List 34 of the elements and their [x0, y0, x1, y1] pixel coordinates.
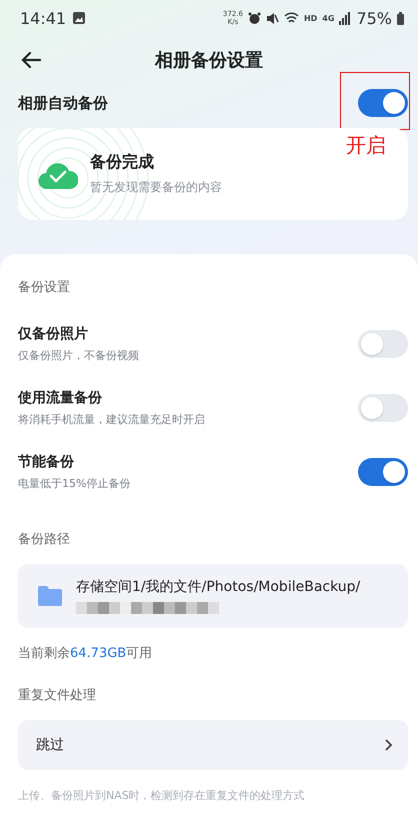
wifi-icon: [284, 12, 299, 24]
free-space-text: 当前剩余64.73GB可用: [18, 645, 154, 662]
image-icon: [72, 11, 86, 25]
folder-icon: [38, 586, 62, 606]
status-title: 备份完成: [90, 152, 155, 173]
hd-label: HD: [304, 14, 318, 22]
setting-description: 仅备份照片，不备份视频: [18, 348, 139, 363]
mute-icon: [266, 12, 279, 24]
toggle-switch[interactable]: [358, 330, 408, 358]
chevron-right-icon: [384, 738, 394, 752]
annotation-label: 开启: [346, 132, 386, 159]
setting-title: 使用流量备份: [18, 389, 103, 407]
toggle-switch[interactable]: [358, 458, 408, 486]
path-selector[interactable]: 存储空间1/我的文件/Photos/MobileBackup/: [18, 564, 408, 628]
setting-title: 仅备份照片: [18, 325, 89, 343]
status-subtitle: 暂无发现需要备份的内容: [90, 179, 222, 196]
battery-icon: [397, 12, 404, 24]
page-title: 相册备份设置: [155, 50, 263, 71]
alarm-icon: [248, 12, 261, 24]
section-heading: 备份路径: [18, 531, 71, 548]
section-heading: 重复文件处理: [18, 687, 97, 704]
duplicate-note: 上传、备份照片到NAS时，检测到存在重复文件的处理方式: [18, 788, 306, 803]
toggle-switch[interactable]: [358, 394, 408, 422]
duplicate-option[interactable]: 跳过: [18, 720, 408, 770]
clock: 14:41: [20, 8, 66, 28]
signal-icon: [339, 12, 352, 24]
network-type: 4G: [322, 14, 334, 22]
battery-level: 75%: [356, 8, 392, 28]
section-heading: 备份设置: [18, 279, 71, 296]
setting-title: 相册自动备份: [18, 94, 108, 112]
setting-description: 电量低于15%停止备份: [18, 476, 130, 491]
setting-description: 将消耗手机流量，建议流量充足时开启: [18, 412, 205, 427]
setting-title: 节能备份: [18, 453, 75, 471]
toggle-switch[interactable]: [358, 89, 408, 117]
